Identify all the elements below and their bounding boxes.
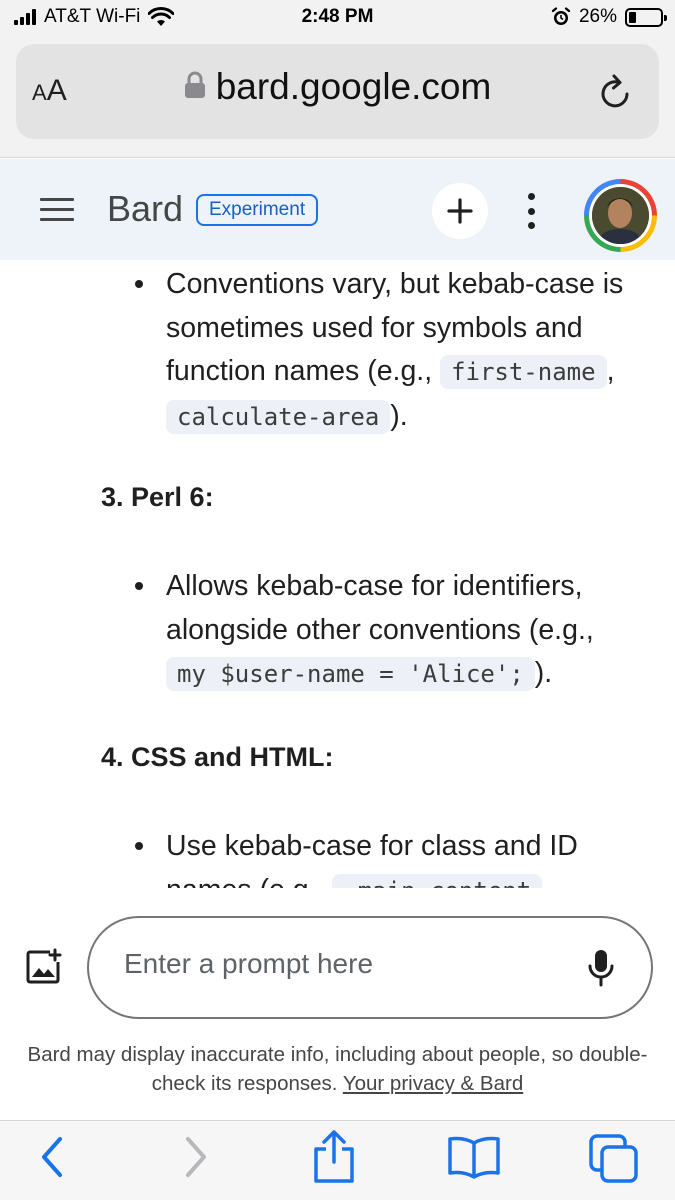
list-item: Conventions vary, but kebab-case is some… — [135, 263, 656, 440]
prompt-box[interactable] — [87, 916, 653, 1019]
more-options-button[interactable] — [520, 189, 542, 233]
text-line: Use kebab-case for class and ID — [166, 830, 578, 862]
address-bar[interactable]: AA bard.google.com — [16, 44, 659, 139]
status-bar: AT&T Wi-Fi 2:48 PM 26% — [0, 0, 675, 36]
battery-percent: 26% — [578, 6, 617, 27]
response-content[interactable]: Conventions vary, but kebab-case is some… — [0, 260, 675, 888]
browser-address-area: AA bard.google.com — [0, 36, 675, 158]
page: AT&T Wi-Fi 2:48 PM 26% AA bard.google.co… — [0, 0, 675, 1200]
list-item: Allows kebab-case for identifiers, along… — [135, 565, 656, 697]
text-line: Allows kebab-case for identifiers, — [166, 570, 583, 602]
list-item: Use kebab-case for class and ID names (e… — [135, 825, 656, 889]
text-line: names (e.g., .main-content — [166, 869, 656, 889]
url-display[interactable]: bard.google.com — [16, 66, 659, 108]
bard-logo: Bard — [107, 188, 184, 229]
inline-code: calculate-area — [166, 399, 391, 434]
avatar[interactable] — [584, 179, 657, 252]
tabs-icon[interactable] — [588, 1133, 640, 1185]
prompt-input[interactable] — [124, 948, 554, 980]
forward-icon[interactable] — [182, 1133, 212, 1181]
inline-code: .main-content — [332, 873, 543, 888]
back-icon[interactable] — [36, 1133, 66, 1181]
image-upload-icon[interactable] — [26, 948, 62, 984]
experiment-badge: Experiment — [196, 194, 319, 226]
status-right: 26% — [551, 6, 667, 28]
text-fragment: names (e.g., — [166, 874, 332, 889]
list-heading: 3. Perl 6: — [101, 482, 214, 512]
text-line: alongside other conventions (e.g., — [166, 613, 594, 646]
inline-code: my $user-name = 'Alice'; — [166, 657, 535, 691]
disclaimer: Bard may display inaccurate info, includ… — [20, 1040, 655, 1098]
prompt-area: Bard may display inaccurate info, includ… — [0, 888, 675, 1120]
text-fragment: , — [606, 355, 615, 387]
share-icon[interactable] — [311, 1129, 357, 1185]
text-line: sometimes used for symbols and — [166, 311, 583, 344]
alarm-icon — [551, 7, 571, 25]
text-fragment: ). — [390, 399, 408, 432]
menu-icon[interactable] — [40, 198, 74, 228]
text-line: calculate-area). — [166, 395, 656, 440]
lock-icon — [184, 71, 205, 99]
text-line: function names (e.g., first-name, — [166, 350, 656, 395]
text-fragment: ). — [534, 657, 553, 689]
text-fragment: function names (e.g., — [166, 355, 441, 387]
list-heading: 4. CSS and HTML: — [101, 742, 334, 772]
privacy-link[interactable]: Your privacy & Bard — [343, 1072, 523, 1095]
url-text: bard.google.com — [215, 66, 492, 107]
reload-icon[interactable] — [597, 72, 635, 112]
text-line: Conventions vary, but kebab-case is — [166, 268, 624, 300]
new-chat-button[interactable] — [432, 183, 488, 239]
text-line: my $user-name = 'Alice';). — [166, 652, 656, 697]
microphone-icon[interactable] — [587, 948, 615, 988]
browser-toolbar — [0, 1120, 675, 1200]
plus-icon — [447, 198, 473, 224]
battery-icon — [625, 7, 667, 27]
bookmarks-icon[interactable] — [446, 1135, 502, 1179]
inline-code: first-name — [440, 355, 607, 389]
disclaimer-text: Bard may display inaccurate info, includ… — [27, 1043, 648, 1095]
bard-header: Bard Experiment — [0, 159, 675, 260]
